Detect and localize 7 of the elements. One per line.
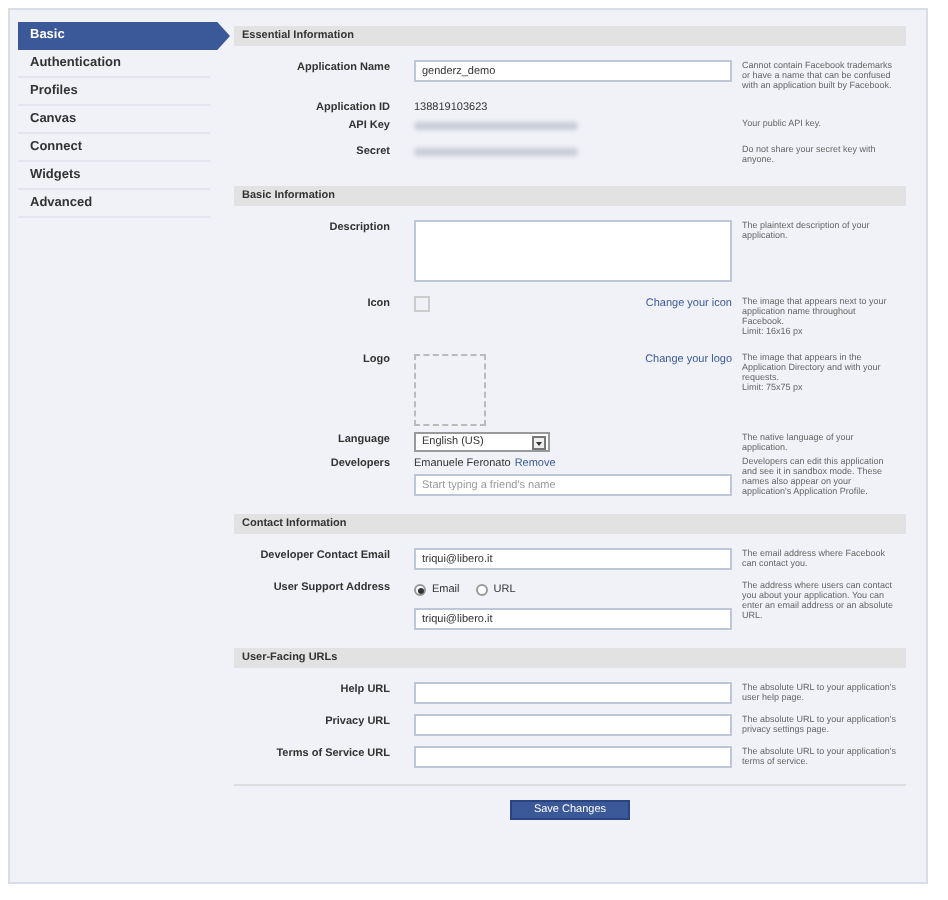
dropdown-icon	[532, 435, 546, 449]
text-field[interactable]	[414, 746, 732, 768]
icon-placeholder	[414, 296, 430, 312]
description-field[interactable]	[414, 220, 732, 282]
text-field[interactable]	[414, 714, 732, 736]
text-field[interactable]	[414, 682, 732, 704]
logo-placeholder	[414, 354, 486, 426]
